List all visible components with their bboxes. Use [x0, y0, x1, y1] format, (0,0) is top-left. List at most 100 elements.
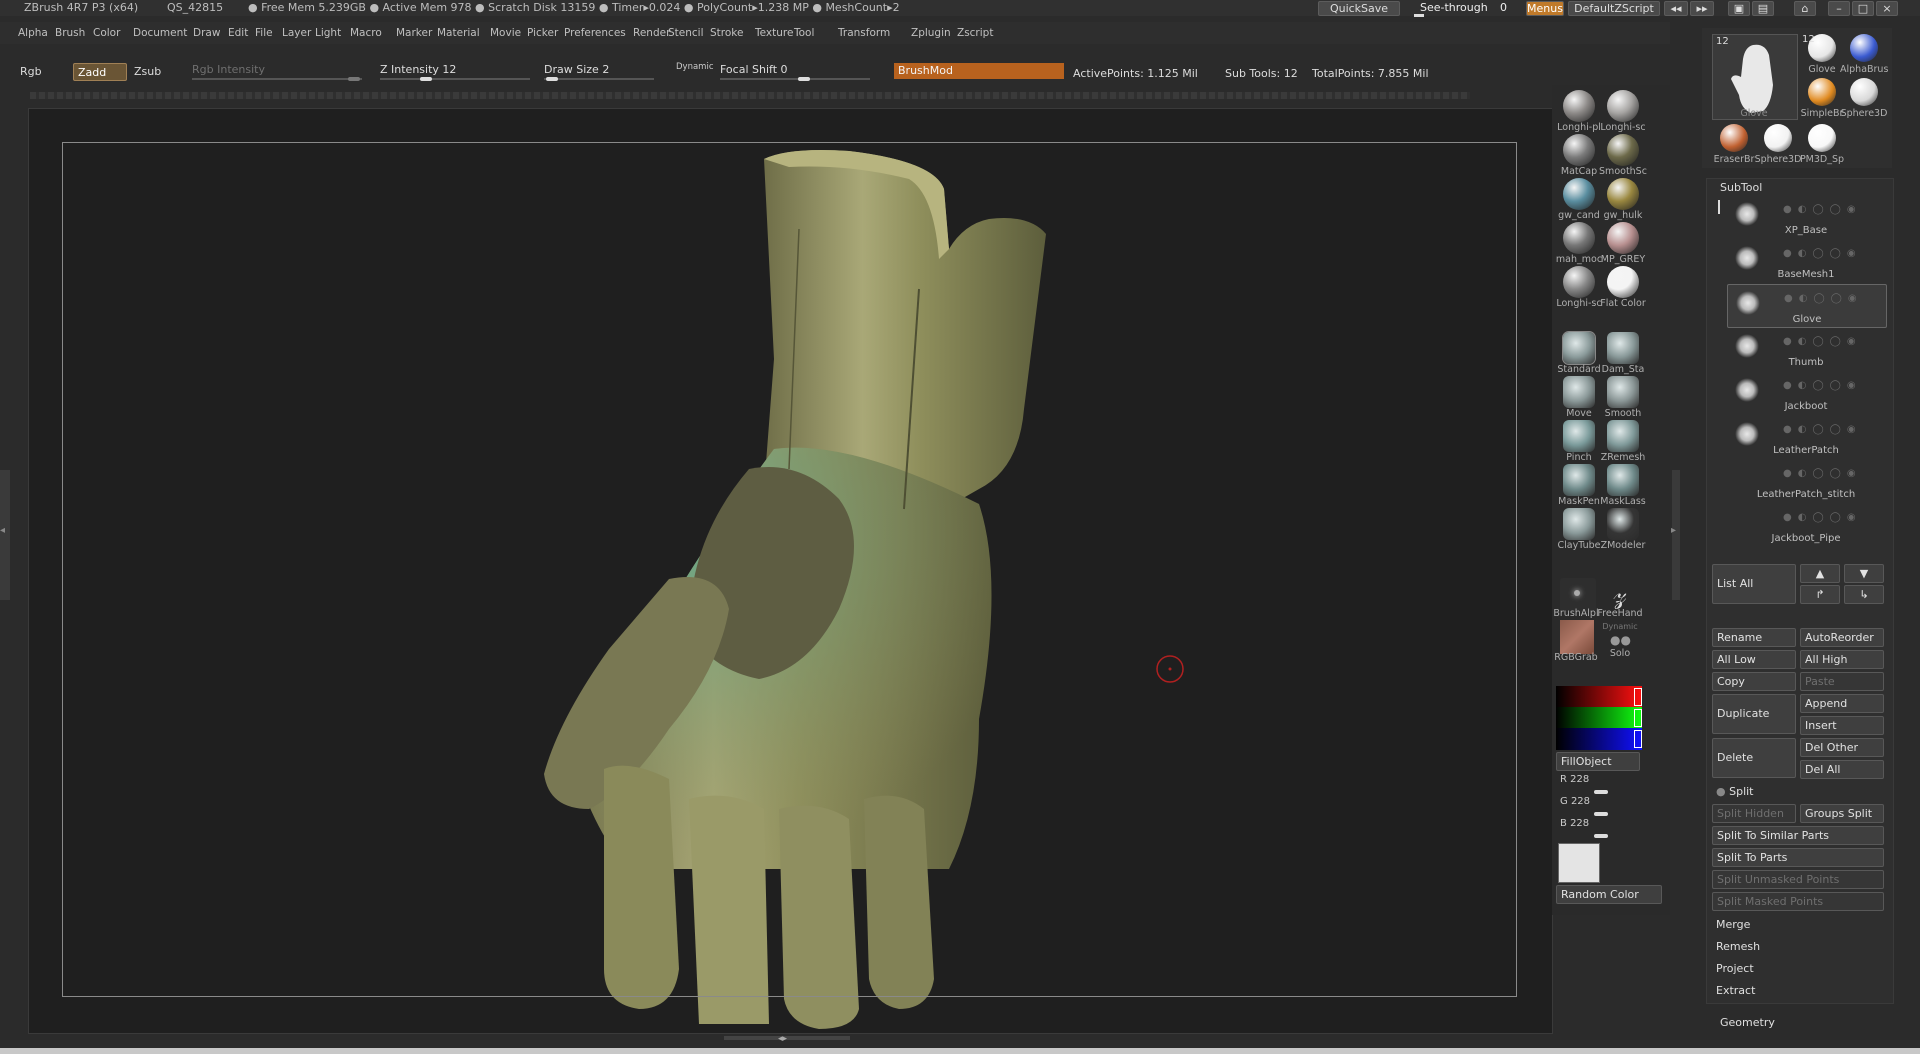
color-picker[interactable] [1556, 686, 1642, 750]
subtool-visibility-icons[interactable]: ●◐◯◯◉ [1783, 204, 1862, 215]
save-layout-icon[interactable]: ⌂ [1794, 1, 1816, 16]
move-top-arrow-icon[interactable]: ↱ [1800, 585, 1840, 604]
menu-movie[interactable]: Movie [490, 27, 521, 39]
tool-thumb[interactable] [1850, 78, 1878, 106]
brush-thumb[interactable] [1563, 508, 1595, 540]
tool-thumb[interactable] [1850, 34, 1878, 62]
layout-arrow-icon[interactable]: ◂◂ [1664, 1, 1688, 16]
material-thumb[interactable] [1607, 90, 1639, 122]
merge-section[interactable]: Merge [1716, 918, 1896, 931]
quicksave-button[interactable]: QuickSave [1318, 1, 1400, 16]
split-to-parts-button[interactable]: Split To Parts [1712, 848, 1884, 867]
see-through-slider[interactable] [1414, 14, 1424, 17]
brush-thumb[interactable] [1607, 508, 1639, 540]
menu-edit[interactable]: Edit [228, 27, 248, 39]
delete-button[interactable]: Delete [1712, 738, 1796, 778]
z-intensity-knob[interactable] [420, 77, 432, 81]
brush-thumb[interactable] [1562, 331, 1596, 365]
split-to-similar-parts-button[interactable]: Split To Similar Parts [1712, 826, 1884, 845]
menu-texture[interactable]: Texture [755, 27, 793, 39]
menu-macro[interactable]: Macro [350, 27, 382, 39]
rgb-toggle[interactable]: Rgb [20, 65, 42, 78]
project-section[interactable]: Project [1716, 962, 1896, 975]
material-thumb[interactable] [1563, 134, 1595, 166]
brush-thumb[interactable] [1607, 332, 1639, 364]
tool-thumb[interactable] [1808, 124, 1836, 152]
menu-brush[interactable]: Brush [55, 27, 85, 39]
menu-file[interactable]: File [255, 27, 273, 39]
focal-shift-knob[interactable] [798, 77, 810, 81]
del-all-button[interactable]: Del All [1800, 760, 1884, 779]
brush-thumb[interactable] [1563, 464, 1595, 496]
main-color-swatch[interactable] [1558, 843, 1600, 883]
menu-zplugin[interactable]: Zplugin [911, 27, 951, 39]
remesh-section[interactable]: Remesh [1716, 940, 1896, 953]
material-thumb[interactable] [1563, 266, 1595, 298]
split-hidden-button[interactable]: Split Hidden [1712, 804, 1796, 823]
minimize-icon[interactable]: – [1828, 1, 1850, 16]
geometry-section[interactable]: Geometry [1720, 1016, 1900, 1029]
all-low-button[interactable]: All Low [1712, 650, 1796, 669]
subtool-visibility-icons[interactable]: ●◐◯◯◉ [1783, 424, 1862, 435]
groups-split-button[interactable]: Groups Split [1800, 804, 1884, 823]
subtool-visibility-icons[interactable]: ●◐◯◯◉ [1783, 248, 1862, 259]
subtool-visibility-icons[interactable]: ●◐◯◯◉ [1784, 293, 1863, 304]
subtool-item[interactable]: ●◐◯◯◉ LeatherPatch_stitch [1727, 460, 1885, 502]
tool-thumb[interactable] [1808, 78, 1836, 106]
zadd-toggle[interactable]: Zadd [73, 63, 127, 81]
menu-color[interactable]: Color [93, 27, 120, 39]
subtool-visibility-icons[interactable]: ●◐◯◯◉ [1783, 512, 1862, 523]
subtool-visibility-icons[interactable]: ●◐◯◯◉ [1783, 380, 1862, 391]
draw-size-knob[interactable] [546, 77, 558, 81]
material-thumb[interactable] [1563, 222, 1595, 254]
menu-marker[interactable]: Marker [396, 27, 432, 39]
draw-size-slider[interactable] [544, 78, 654, 80]
split-section-header[interactable]: ● Split [1716, 785, 1896, 798]
brush-thumb[interactable] [1563, 376, 1595, 408]
material-thumb[interactable] [1563, 178, 1595, 210]
subtool-item[interactable]: ●◐◯◯◉ BaseMesh1 [1727, 240, 1885, 282]
move-bottom-arrow-icon[interactable]: ↳ [1844, 585, 1884, 604]
menu-tool[interactable]: Tool [794, 27, 814, 39]
subtool-item[interactable]: ●◐◯◯◉ XP_Base [1727, 196, 1885, 238]
brush-thumb[interactable] [1607, 376, 1639, 408]
subtool-item[interactable]: ●◐◯◯◉ LeatherPatch [1727, 416, 1885, 458]
g-knob[interactable] [1594, 812, 1608, 816]
alpha-thumb[interactable] [1560, 578, 1596, 612]
menu-stroke[interactable]: Stroke [710, 27, 743, 39]
layout-toggle-icon[interactable]: ▸▸ [1690, 1, 1714, 16]
menu-zscript[interactable]: Zscript [957, 27, 993, 39]
material-thumb[interactable] [1607, 134, 1639, 166]
fill-object-button[interactable]: FillObject [1556, 752, 1640, 771]
material-thumb[interactable] [1607, 266, 1639, 298]
see-through-label[interactable]: See-through [1420, 1, 1488, 14]
z-intensity-slider[interactable] [380, 78, 530, 80]
zsub-toggle[interactable]: Zsub [134, 65, 161, 78]
extract-section[interactable]: Extract [1716, 984, 1896, 997]
menu-alpha[interactable]: Alpha [18, 27, 48, 39]
copy-button[interactable]: Copy [1712, 672, 1796, 691]
focal-shift-slider[interactable] [720, 78, 870, 80]
brushmod-slider[interactable]: BrushMod [894, 63, 1064, 79]
subtool-item[interactable]: ●◐◯◯◉ Thumb [1727, 328, 1885, 370]
rgb-intensity-slider[interactable] [192, 78, 362, 80]
menu-draw[interactable]: Draw [193, 27, 220, 39]
subtool-visibility-icons[interactable]: ●◐◯◯◉ [1783, 336, 1862, 347]
duplicate-button[interactable]: Duplicate [1712, 694, 1796, 734]
restore-icon[interactable]: ▤ [1752, 1, 1774, 16]
b-slider[interactable]: B 228 [1560, 818, 1589, 829]
rgb-intensity-knob[interactable] [348, 77, 360, 81]
list-all-button[interactable]: List All [1712, 564, 1796, 604]
menu-layer[interactable]: Layer [282, 27, 311, 39]
insert-button[interactable]: Insert [1800, 716, 1884, 735]
g-slider[interactable]: G 228 [1560, 796, 1590, 807]
menu-material[interactable]: Material [437, 27, 480, 39]
brush-thumb[interactable] [1607, 420, 1639, 452]
brush-thumb[interactable] [1607, 464, 1639, 496]
menu-document[interactable]: Document [133, 27, 187, 39]
del-other-button[interactable]: Del Other [1800, 738, 1884, 757]
maximize-icon[interactable]: □ [1852, 1, 1874, 16]
menu-transform[interactable]: Transform [838, 27, 890, 39]
material-thumb[interactable] [1607, 178, 1639, 210]
paste-button[interactable]: Paste [1800, 672, 1884, 691]
